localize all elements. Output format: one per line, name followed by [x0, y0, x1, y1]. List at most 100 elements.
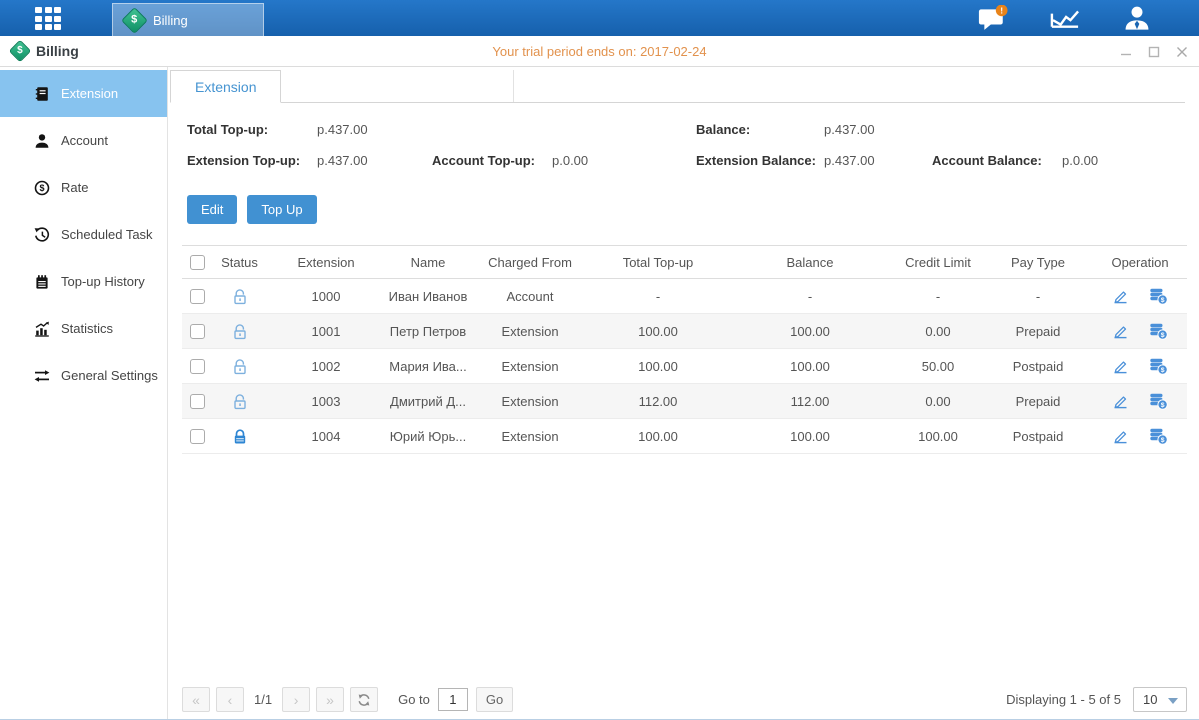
next-page-button[interactable]: ›	[282, 687, 310, 712]
cell-balance: 112.00	[727, 384, 893, 419]
column-header: Operation	[1093, 246, 1187, 279]
sidebar-item-extension[interactable]: Extension	[0, 70, 167, 117]
topbar-billing-tab-label: Billing	[153, 13, 188, 28]
close-icon[interactable]	[1175, 45, 1189, 59]
top-up-row-icon[interactable]: $	[1149, 323, 1168, 340]
cell-credit-limit: 50.00	[893, 349, 983, 384]
prev-page-button[interactable]: ‹	[216, 687, 244, 712]
sidebar-item-statistics[interactable]: Statistics	[0, 305, 167, 352]
topbar-billing-tab[interactable]: $ Billing	[112, 3, 264, 36]
cell-pay-type: Prepaid	[983, 314, 1093, 349]
edit-row-icon[interactable]	[1112, 428, 1129, 444]
billing-window: $ Billing !	[0, 0, 1199, 720]
cell-pay-type: Postpaid	[983, 349, 1093, 384]
cell-charged-from: Extension	[471, 314, 589, 349]
tab-strip-divider	[281, 70, 514, 102]
edit-row-icon[interactable]	[1112, 358, 1129, 374]
sidebar-item-label: Rate	[61, 180, 88, 195]
balance-label: Balance:	[696, 122, 750, 137]
unlocked-icon	[232, 288, 248, 305]
cell-credit-limit: 100.00	[893, 419, 983, 454]
cell-balance: 100.00	[727, 349, 893, 384]
refresh-button[interactable]	[350, 687, 378, 712]
edit-row-icon[interactable]	[1112, 323, 1129, 339]
row-checkbox[interactable]	[190, 394, 205, 409]
extension-book-icon	[33, 85, 50, 102]
minimize-icon[interactable]	[1119, 45, 1133, 59]
maximize-icon[interactable]	[1147, 45, 1161, 59]
column-header: Pay Type	[983, 246, 1093, 279]
cell-extension: 1001	[267, 314, 385, 349]
app-launcher-icon[interactable]	[35, 7, 69, 30]
sidebar-item-label: Top-up History	[61, 274, 145, 289]
last-page-button[interactable]: »	[316, 687, 344, 712]
general-settings-arrows-icon	[33, 367, 50, 384]
sidebar-item-account[interactable]: Account	[0, 117, 167, 164]
edit-row-icon[interactable]	[1112, 288, 1129, 304]
tab-extension[interactable]: Extension	[170, 70, 281, 103]
goto-page-input[interactable]	[438, 688, 468, 711]
cell-name: Мария Ива...	[385, 349, 471, 384]
sidebar-item-label: Scheduled Task	[61, 227, 153, 242]
window-titlebar: $ Billing Your trial period ends on: 201…	[0, 36, 1199, 67]
cell-name: Юрий Юрь...	[385, 419, 471, 454]
cell-pay-type: Postpaid	[983, 419, 1093, 454]
edit-row-icon[interactable]	[1112, 393, 1129, 409]
column-header: Status	[212, 246, 267, 279]
total-topup-label: Total Top-up:	[187, 122, 268, 137]
svg-text:$: $	[1161, 367, 1165, 374]
extension-balance-label: Extension Balance:	[696, 153, 816, 168]
window-controls	[1119, 36, 1189, 67]
top-up-row-icon[interactable]: $	[1149, 288, 1168, 305]
displaying-info: Displaying 1 - 5 of 5	[1006, 692, 1121, 707]
svg-text:$: $	[1161, 402, 1165, 409]
scheduled-task-clock-icon	[33, 226, 50, 243]
cell-charged-from: Extension	[471, 349, 589, 384]
cell-credit-limit: -	[893, 279, 983, 314]
edit-button[interactable]: Edit	[187, 195, 237, 224]
top-up-row-icon[interactable]: $	[1149, 428, 1168, 445]
billing-window-icon: $	[9, 40, 32, 63]
reports-chart-button[interactable]	[1048, 5, 1082, 31]
sidebar-item-label: Extension	[61, 86, 118, 101]
page-size-select[interactable]: 10	[1133, 687, 1187, 712]
tab-strip: Extension	[170, 70, 1185, 103]
top-up-row-icon[interactable]: $	[1149, 358, 1168, 375]
user-menu-button[interactable]	[1120, 5, 1154, 31]
top-up-button[interactable]: Top Up	[247, 195, 316, 224]
first-page-button[interactable]: «	[182, 687, 210, 712]
extensions-table: Status Extension Name Charged From Total…	[182, 245, 1187, 454]
row-checkbox[interactable]	[190, 429, 205, 444]
cell-charged-from: Account	[471, 279, 589, 314]
cell-total-topup: 100.00	[589, 419, 727, 454]
window-title: Billing	[36, 43, 79, 59]
sidebar: Extension Account $ Rate	[0, 67, 168, 719]
table-row: 1000 Иван Иванов Account - - - -	[182, 279, 1187, 314]
notifications-button[interactable]: !	[976, 5, 1010, 31]
column-header: Name	[385, 246, 471, 279]
topbar-icons: !	[976, 0, 1154, 36]
go-button[interactable]: Go	[476, 687, 513, 712]
account-topup-value: p.0.00	[552, 153, 588, 168]
top-up-row-icon[interactable]: $	[1149, 393, 1168, 410]
sidebar-item-scheduled-task[interactable]: Scheduled Task	[0, 211, 167, 258]
svg-text:$: $	[1161, 332, 1165, 339]
cell-pay-type: Prepaid	[983, 384, 1093, 419]
cell-credit-limit: 0.00	[893, 314, 983, 349]
cell-pay-type: -	[983, 279, 1093, 314]
column-header: Total Top-up	[589, 246, 727, 279]
row-checkbox[interactable]	[190, 324, 205, 339]
sidebar-item-general-settings[interactable]: General Settings	[0, 352, 167, 399]
row-checkbox[interactable]	[190, 289, 205, 304]
sidebar-item-rate[interactable]: $ Rate	[0, 164, 167, 211]
sidebar-item-topup-history[interactable]: Top-up History	[0, 258, 167, 305]
account-balance-label: Account Balance:	[932, 153, 1042, 168]
column-header: Balance	[727, 246, 893, 279]
topbar: $ Billing !	[0, 0, 1199, 36]
unlocked-icon	[232, 358, 248, 375]
svg-text:$: $	[1161, 437, 1165, 444]
account-person-icon	[33, 132, 50, 149]
row-checkbox[interactable]	[190, 359, 205, 374]
unlocked-icon	[232, 393, 248, 410]
select-all-checkbox[interactable]	[190, 255, 205, 270]
